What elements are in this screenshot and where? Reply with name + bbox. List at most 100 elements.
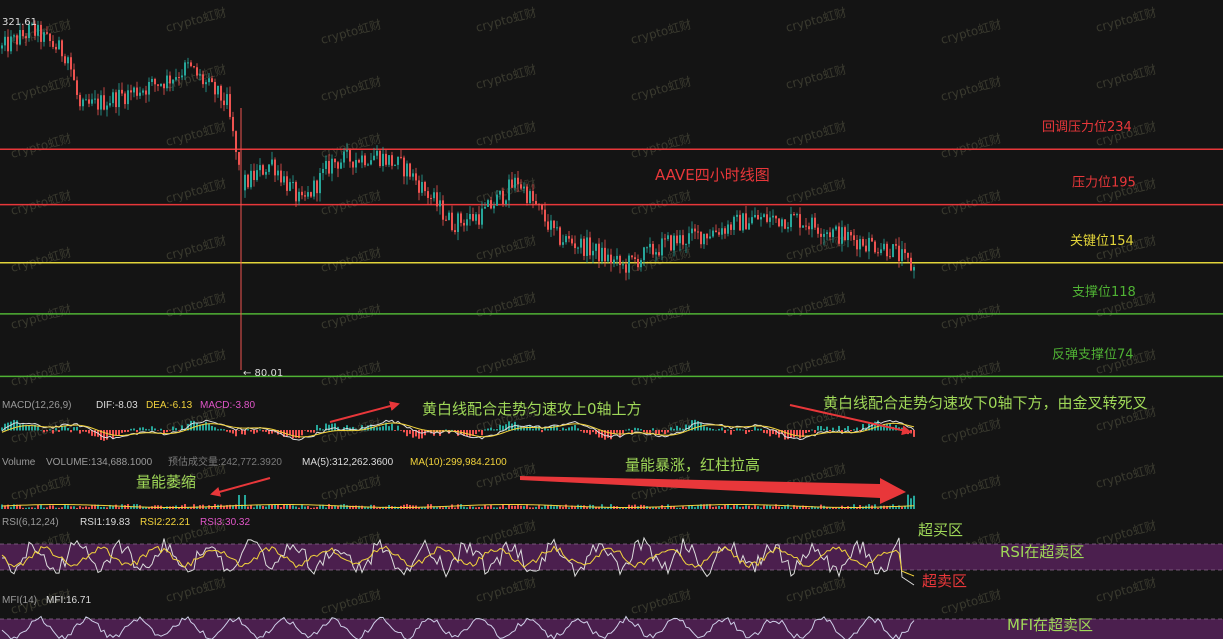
candle-body	[778, 218, 780, 227]
volume-bar	[895, 507, 897, 509]
volume-bar	[829, 507, 831, 509]
candle-body	[829, 232, 831, 238]
candle-body	[178, 77, 180, 79]
candle-body	[511, 179, 513, 188]
rsi-header: RSI(6,12,24)	[2, 517, 59, 528]
candle-body	[19, 30, 21, 45]
macd-bar	[115, 430, 117, 436]
macd-bar	[481, 430, 483, 436]
watermark: crypto虹财	[784, 62, 848, 92]
macd-bar	[559, 430, 561, 431]
candle-body	[718, 232, 720, 235]
macd-bar	[130, 428, 132, 431]
macd-bar	[739, 428, 741, 431]
macd-bar	[103, 430, 105, 441]
macd-bar	[64, 425, 66, 431]
macd-bar	[496, 429, 498, 431]
volume-bar	[538, 505, 540, 509]
macd-value: MACD:-3.80	[200, 400, 255, 411]
watermark: crypto虹财	[9, 74, 73, 104]
candle-body	[49, 33, 51, 42]
watermark: crypto虹财	[164, 119, 228, 149]
volume-bar	[748, 505, 750, 509]
candle-body	[310, 192, 312, 197]
candle-body	[100, 95, 102, 110]
macd-bar	[334, 423, 336, 431]
macd-bar	[853, 429, 855, 431]
volume-bar	[724, 504, 726, 509]
volume-bar	[907, 494, 909, 509]
candle-body	[115, 92, 117, 108]
candle-body	[76, 80, 78, 95]
watermark: crypto虹财	[629, 188, 693, 218]
candle-body	[232, 116, 234, 132]
volume-bar	[808, 507, 810, 509]
volume-bar	[742, 506, 744, 509]
volume-bar	[31, 507, 33, 509]
volume-bar	[325, 507, 327, 509]
candle-body	[628, 255, 630, 273]
volume-bar	[502, 504, 504, 509]
candle-body	[541, 204, 543, 210]
candle-body	[217, 85, 219, 95]
candle-body	[226, 94, 228, 106]
volume-bar	[34, 507, 36, 509]
volume-bar	[517, 504, 519, 509]
candle-body	[826, 232, 828, 234]
candle-body	[652, 243, 654, 255]
candle-body	[886, 243, 888, 257]
macd-bar	[583, 430, 585, 433]
candle-body	[205, 82, 207, 85]
watermark: crypto虹财	[164, 290, 228, 320]
volume-bar	[319, 505, 321, 509]
candle-body	[787, 227, 789, 229]
macd-bar	[205, 421, 207, 431]
candle-body	[391, 155, 393, 166]
macd-bar	[571, 426, 573, 431]
volume-bar	[721, 506, 723, 509]
watermark: crypto虹财	[319, 245, 383, 275]
volume-bar	[901, 506, 903, 509]
macd-bar	[31, 426, 33, 431]
candle-body	[214, 81, 216, 95]
macd-bar	[643, 430, 645, 433]
macd-bar	[823, 428, 825, 431]
macd-bar	[718, 428, 720, 431]
candle-body	[892, 244, 894, 258]
candle-body	[856, 239, 858, 250]
macd-bar	[547, 428, 549, 431]
candle-body	[661, 238, 663, 256]
macd-bar	[301, 430, 303, 436]
candle-body	[586, 237, 588, 256]
volume-bar	[754, 505, 756, 509]
volume-bar	[247, 506, 249, 509]
candle-body	[193, 66, 195, 68]
candle-body	[748, 223, 750, 230]
candle-body	[757, 214, 759, 220]
candle-body	[481, 208, 483, 225]
watermark: crypto虹财	[784, 5, 848, 35]
watermark: crypto虹财	[164, 575, 228, 605]
macd-bar	[13, 419, 15, 431]
candle-body	[91, 99, 93, 104]
candle-body	[733, 216, 735, 230]
volume-bar	[634, 504, 636, 509]
volume-bar	[85, 506, 87, 509]
candle-body	[544, 209, 546, 222]
candle-body	[913, 267, 915, 271]
watermark: crypto虹财	[9, 245, 73, 275]
volume-bar	[763, 505, 765, 509]
candle-body	[25, 36, 27, 39]
macd-bar	[748, 430, 750, 433]
candle-body	[685, 243, 687, 245]
watermark: crypto虹财	[1094, 575, 1158, 605]
macd-bar	[253, 430, 255, 434]
candle-body	[676, 235, 678, 244]
candle-body	[448, 212, 450, 220]
macd-bar	[85, 430, 87, 432]
candle-body	[475, 214, 477, 221]
volume-bar	[493, 507, 495, 509]
macd-bar	[502, 425, 504, 431]
volume-surge-arrow	[520, 476, 906, 504]
candle-body	[280, 170, 282, 183]
